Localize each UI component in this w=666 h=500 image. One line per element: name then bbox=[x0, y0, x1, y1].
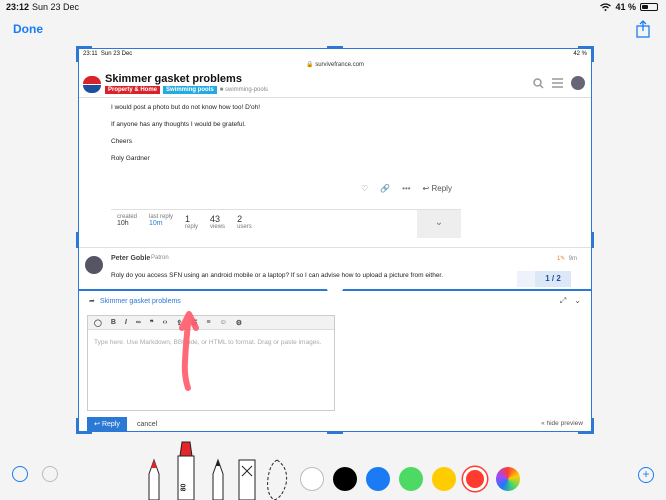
editor: ◯ B I ∞ ❞ ‹› ⇪ ☰ ≡ ☺ ⚙ Type here. Use Ma… bbox=[87, 315, 335, 411]
topic-tag[interactable]: ■ swimming-pools bbox=[220, 87, 268, 93]
code-icon[interactable]: ‹› bbox=[163, 319, 168, 326]
reply-arrow-icon: ➦ bbox=[89, 298, 95, 305]
gear-icon[interactable]: ⚙ bbox=[236, 319, 242, 327]
crop-handle-top[interactable] bbox=[327, 46, 343, 49]
reply-post: Peter Goble Patron 1✎ 9m Roly do you acc… bbox=[79, 247, 591, 287]
users-stat: 2 users bbox=[237, 214, 252, 230]
reply-avatar[interactable] bbox=[85, 256, 103, 274]
subcategory-tag[interactable]: Swimming pools bbox=[163, 86, 217, 94]
marker-size-label: 80 bbox=[180, 483, 188, 492]
last-reply-stat[interactable]: last reply 10m bbox=[143, 210, 179, 237]
replies-stat: 1 reply bbox=[185, 214, 199, 230]
battery-fill bbox=[642, 5, 648, 9]
ios-status-bar: 23:12 Sun 23 Dec 41 % bbox=[0, 0, 666, 14]
created-value: 10h bbox=[117, 220, 129, 227]
pencil-tool-icon[interactable] bbox=[208, 458, 228, 500]
hamburger-menu-icon[interactable] bbox=[552, 78, 563, 88]
status-time: 23:12 bbox=[6, 2, 30, 12]
composer-title[interactable]: ➦ Skimmer gasket problems bbox=[89, 297, 181, 305]
site-header: Skimmer gasket problems Property & Home … bbox=[79, 70, 591, 98]
composer-cancel-link[interactable]: cancel bbox=[137, 421, 157, 428]
post-line: Cheers bbox=[111, 138, 132, 145]
crop-corner-bottom-right[interactable] bbox=[578, 418, 594, 434]
post-line: If anyone has any thoughts I would be gr… bbox=[111, 121, 246, 128]
chevron-down-icon[interactable]: ⌄ bbox=[417, 210, 461, 238]
post-actions: ♡ 🔗 ••• ↩ Reply bbox=[361, 184, 452, 193]
crop-handle-bottom[interactable] bbox=[327, 431, 343, 434]
reply-author-role: Patron bbox=[151, 255, 169, 261]
color-swatch-yellow[interactable] bbox=[432, 467, 456, 491]
undo-icon[interactable] bbox=[12, 466, 28, 482]
bold-icon[interactable]: B bbox=[111, 319, 116, 326]
crop-handle-right[interactable] bbox=[591, 232, 594, 248]
post-line: Roly Gardner bbox=[111, 155, 150, 162]
color-picker-wheel-icon[interactable] bbox=[496, 467, 520, 491]
reply-time: 1✎ 9m bbox=[556, 256, 577, 262]
composer-reply-button[interactable]: ↩ Reply bbox=[87, 417, 127, 431]
wifi-icon bbox=[600, 3, 612, 11]
created-stat: created 10h bbox=[117, 214, 138, 227]
color-swatch-white[interactable] bbox=[300, 467, 324, 491]
battery-percent: 41 % bbox=[615, 2, 636, 12]
status-right: 41 % bbox=[600, 2, 658, 12]
post-reply-button[interactable]: ↩ Reply bbox=[423, 184, 452, 193]
topic-map: created 10h last reply 10m 1 reply 43 vi… bbox=[111, 209, 461, 238]
more-icon[interactable]: ••• bbox=[402, 184, 410, 193]
crop-corner-bottom-left[interactable] bbox=[76, 418, 92, 434]
expand-icon[interactable]: ⤢ bbox=[560, 296, 566, 306]
progress-back[interactable] bbox=[517, 271, 535, 287]
emoji-icon[interactable]: ☺ bbox=[220, 319, 227, 326]
like-icon[interactable]: ♡ bbox=[361, 184, 368, 193]
views-stat: 43 views bbox=[210, 214, 226, 230]
crop-handle-left[interactable] bbox=[76, 232, 79, 248]
color-swatch-green[interactable] bbox=[399, 467, 423, 491]
collapse-icon[interactable]: ⌄ bbox=[574, 296, 581, 306]
crop-corner-top-left[interactable] bbox=[76, 46, 92, 62]
color-swatch-black[interactable] bbox=[333, 467, 357, 491]
reply-author[interactable]: Peter Goble bbox=[111, 255, 150, 262]
category-tag[interactable]: Property & Home bbox=[105, 86, 161, 94]
post-line: I would post a photo but do not know how… bbox=[111, 104, 261, 111]
search-icon[interactable] bbox=[533, 77, 544, 89]
redo-icon[interactable] bbox=[42, 466, 58, 482]
link-icon[interactable]: 🔗 bbox=[380, 184, 390, 193]
numbered-list-icon[interactable]: ≡ bbox=[206, 319, 210, 326]
quote-icon[interactable]: ❞ bbox=[150, 319, 154, 327]
battery-icon bbox=[640, 3, 658, 11]
editor-toolbar: ◯ B I ∞ ❞ ‹› ⇪ ☰ ≡ ☺ ⚙ bbox=[88, 316, 334, 330]
site-logo[interactable] bbox=[83, 74, 101, 94]
italic-icon[interactable]: I bbox=[125, 319, 127, 326]
last-reply-value[interactable]: 10m bbox=[149, 220, 173, 227]
lasso-tool-icon[interactable] bbox=[264, 458, 290, 500]
url-bar[interactable]: 🔒 survivefrance.com bbox=[79, 61, 591, 70]
user-avatar[interactable] bbox=[571, 76, 585, 90]
reply-composer: ➦ Skimmer gasket problems ⤢ ⌄ ◯ B I ∞ ❞ ‹… bbox=[79, 291, 591, 431]
status-date: Sun 23 Dec bbox=[32, 2, 80, 12]
color-swatch-red-selected[interactable] bbox=[463, 467, 487, 491]
topic-title[interactable]: Skimmer gasket problems bbox=[105, 73, 268, 85]
original-post-body: I would post a photo but do not know how… bbox=[79, 98, 591, 162]
drawn-arrow-annotation bbox=[179, 311, 199, 391]
done-button[interactable]: Done bbox=[13, 22, 43, 36]
crop-corner-top-right[interactable] bbox=[578, 46, 594, 62]
composer-input[interactable]: Type here. Use Markdown, BBCode, or HTML… bbox=[88, 330, 334, 355]
screenshot-crop-area[interactable]: 23:11 Sun 23 Dec 42 % 🔒 survivefrance.co… bbox=[78, 48, 592, 432]
reply-body: Roly do you access SFN using an android … bbox=[111, 272, 444, 279]
inner-status-bar: 23:11 Sun 23 Dec 42 % bbox=[79, 49, 591, 61]
hide-preview-link[interactable]: « hide preview bbox=[541, 420, 583, 427]
speech-bubble-icon[interactable]: ◯ bbox=[94, 319, 102, 327]
color-swatch-blue[interactable] bbox=[366, 467, 390, 491]
link-icon[interactable]: ∞ bbox=[136, 319, 141, 326]
add-annotation-icon[interactable]: + bbox=[638, 467, 654, 483]
eraser-tool-icon[interactable] bbox=[236, 458, 258, 500]
share-icon[interactable] bbox=[636, 20, 650, 38]
pen-tool-icon[interactable] bbox=[144, 458, 164, 500]
topic-progress[interactable]: 1 / 2 bbox=[535, 271, 571, 287]
